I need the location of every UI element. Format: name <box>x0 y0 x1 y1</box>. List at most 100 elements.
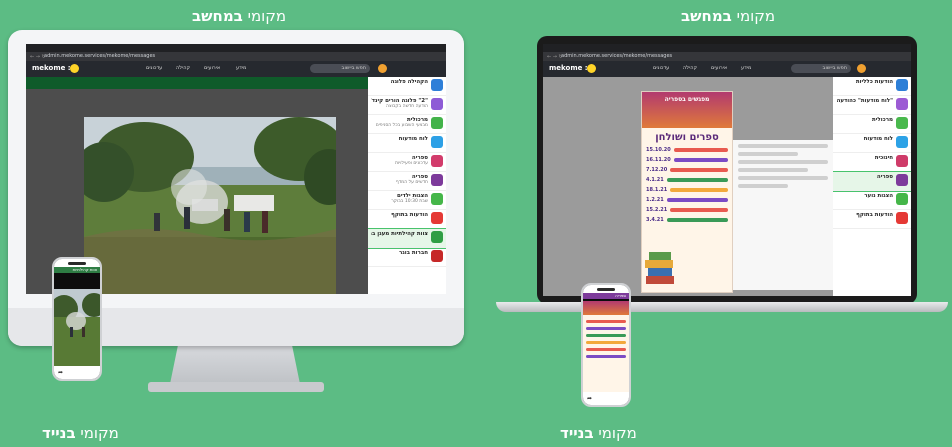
sidebar-item[interactable]: הצגות נוער <box>833 191 911 210</box>
imac-stand <box>170 346 300 384</box>
sidebar-item[interactable]: חברות בוגר <box>368 248 446 267</box>
flyer-event-row: 18.1.21 <box>646 187 728 193</box>
caption-desktop-right: מקומי במחשב <box>681 7 776 25</box>
sidebar-item[interactable]: מרכולית <box>833 115 911 134</box>
event-bar <box>666 198 728 202</box>
nav-item-2[interactable]: אירועים <box>711 65 727 71</box>
phone-header-text: ספריה <box>615 293 626 298</box>
event-bar <box>670 208 728 212</box>
library-icon <box>896 174 908 186</box>
laptop-base <box>496 302 948 312</box>
sidebar-item[interactable]: לוח מודעות <box>368 134 446 153</box>
sidebar-item[interactable]: ספריה חדשים על המדף <box>368 172 446 191</box>
megaphone-icon <box>431 79 443 91</box>
theater-icon <box>896 193 908 205</box>
store-icon <box>431 117 443 129</box>
phone-notch <box>597 288 615 291</box>
share-icon[interactable]: ➦ <box>58 369 63 376</box>
nav-item-1[interactable]: קהילה <box>176 65 190 71</box>
nav-item-1[interactable]: קהילה <box>683 65 697 71</box>
browser-tab-bar <box>26 44 446 52</box>
app-header: mekome : עדכונים קהילה אירועים מידע חפש … <box>543 61 911 77</box>
landscape-photo-image <box>84 117 336 294</box>
phone-bottom-bar: ➦ <box>583 392 629 405</box>
group-icon <box>896 98 908 110</box>
community-avatar[interactable] <box>857 64 866 73</box>
sidebar-item[interactable]: הודעות בתוקף <box>833 210 911 229</box>
sidebar-item-active[interactable]: ספריה <box>833 171 911 192</box>
sidebar-item[interactable]: "לוח מודעות" כהודעה <box>833 96 911 115</box>
team-icon <box>431 231 443 243</box>
flyer-event-row: 4.1.21 <box>646 177 728 183</box>
phone-header-text: צוות קהילתיות <box>72 267 97 272</box>
members-icon <box>431 250 443 262</box>
sidebar-item[interactable]: "2" פלוגה הורים קינד" הודעה חדשה בקבוצה <box>368 96 446 115</box>
chat-header-bar <box>26 77 368 89</box>
flyer-header-text: מפגשים בספריה <box>664 96 710 103</box>
community-avatar[interactable] <box>378 64 387 73</box>
sidebar-item[interactable]: חינוכית <box>833 153 911 172</box>
alert-icon <box>896 212 908 224</box>
nav-item-3[interactable]: מידע <box>741 65 751 71</box>
message-line <box>738 160 828 164</box>
phone-device-right: ספריה ➦ <box>581 283 631 407</box>
mekome-logo: mekome : <box>32 64 71 72</box>
imac-stand-base <box>148 382 324 392</box>
nav-item-2[interactable]: אירועים <box>204 65 220 71</box>
phone-flyer-header <box>583 301 629 315</box>
book-stack-icon <box>645 252 674 284</box>
flyer-event-row: 3.4.21 <box>646 217 728 223</box>
caption-mobile-left: מקומי בנייד <box>42 424 119 442</box>
book-icon <box>431 155 443 167</box>
share-icon[interactable]: ➦ <box>587 395 592 402</box>
flyer-event-row: 7.12.20 <box>646 167 728 173</box>
phone-flyer-bar <box>586 355 626 358</box>
messages-sidebar: הודעות כלליות "לוח מודעות" כהודעה מרכולי… <box>833 77 911 296</box>
browser-address-bar[interactable]: ← → ↻ admin.mekome.services/mekome/messa… <box>543 52 911 61</box>
message-line <box>738 152 798 156</box>
phone-photo[interactable] <box>54 289 100 367</box>
user-avatar[interactable] <box>70 64 79 73</box>
sidebar-item[interactable]: לוח מודעות <box>833 134 911 153</box>
flyer-event-row: 16.11.20 <box>646 157 728 163</box>
phone-flyer-bar <box>586 320 626 323</box>
search-input[interactable]: חפש ביישוב <box>791 64 851 73</box>
caption-mobile-right: מקומי בנייד <box>560 424 637 442</box>
nav-item-0[interactable]: עדכונים <box>146 65 162 71</box>
laptop-screen: ← → ↻ admin.mekome.services/mekome/messa… <box>543 44 911 296</box>
board-icon <box>896 136 908 148</box>
event-bar <box>666 218 728 222</box>
sidebar-item-active[interactable]: צוות קהילתיות מעגן ברוך <box>368 228 446 249</box>
theater-icon <box>431 193 443 205</box>
flyer-event-row: 15.2.21 <box>646 207 728 213</box>
browser-address-bar[interactable]: ← → ↻ admin.mekome.services/mekome/messa… <box>26 52 446 61</box>
alert-icon <box>431 212 443 224</box>
phone-flyer-bar <box>586 327 626 330</box>
browser-tab-bar <box>543 44 911 52</box>
caption-desktop-left: מקומי במחשב <box>192 7 287 25</box>
flyer-title: ספרים ושולחן <box>655 132 719 143</box>
flyer-event-row: 1.2.21 <box>646 197 728 203</box>
nav-item-3[interactable]: מידע <box>236 65 246 71</box>
sidebar-item[interactable]: מרכולית מבצעי השבוע בכל הסניפים <box>368 115 446 134</box>
sidebar-item[interactable]: הודעות בתוקף <box>368 210 446 229</box>
photo-preview[interactable] <box>84 117 336 294</box>
mekome-logo: mekome : <box>549 64 588 72</box>
phone-flyer[interactable] <box>583 301 629 395</box>
nav-item-0[interactable]: עדכונים <box>653 65 669 71</box>
sidebar-item[interactable]: הקהילה פלוגה <box>368 77 446 96</box>
sidebar-item[interactable]: ספריה עדכונים ופעילויות <box>368 153 446 172</box>
user-avatar[interactable] <box>587 64 596 73</box>
library-flyer[interactable]: מפגשים בספריה ספרים ושולחן 15.10.20 16.1… <box>641 91 733 293</box>
phone-flyer-bar <box>586 341 626 344</box>
sidebar-item[interactable]: הצגות ילדים שבת 10:30 בבוקר <box>368 191 446 210</box>
sidebar-item[interactable]: הודעות כלליות <box>833 77 911 96</box>
message-line <box>738 168 808 172</box>
phone-chat-header: צוות קהילתיות <box>54 267 100 273</box>
app-header: mekome : עדכונים קהילה אירועים מידע חפש … <box>26 61 446 77</box>
phone-landscape-image <box>54 289 100 367</box>
url-text: admin.mekome.services/mekome/messages <box>561 53 673 59</box>
search-input[interactable]: חפש ביישוב <box>310 64 370 73</box>
phone-chat-header: ספריה <box>583 293 629 299</box>
message-panel <box>733 140 833 290</box>
